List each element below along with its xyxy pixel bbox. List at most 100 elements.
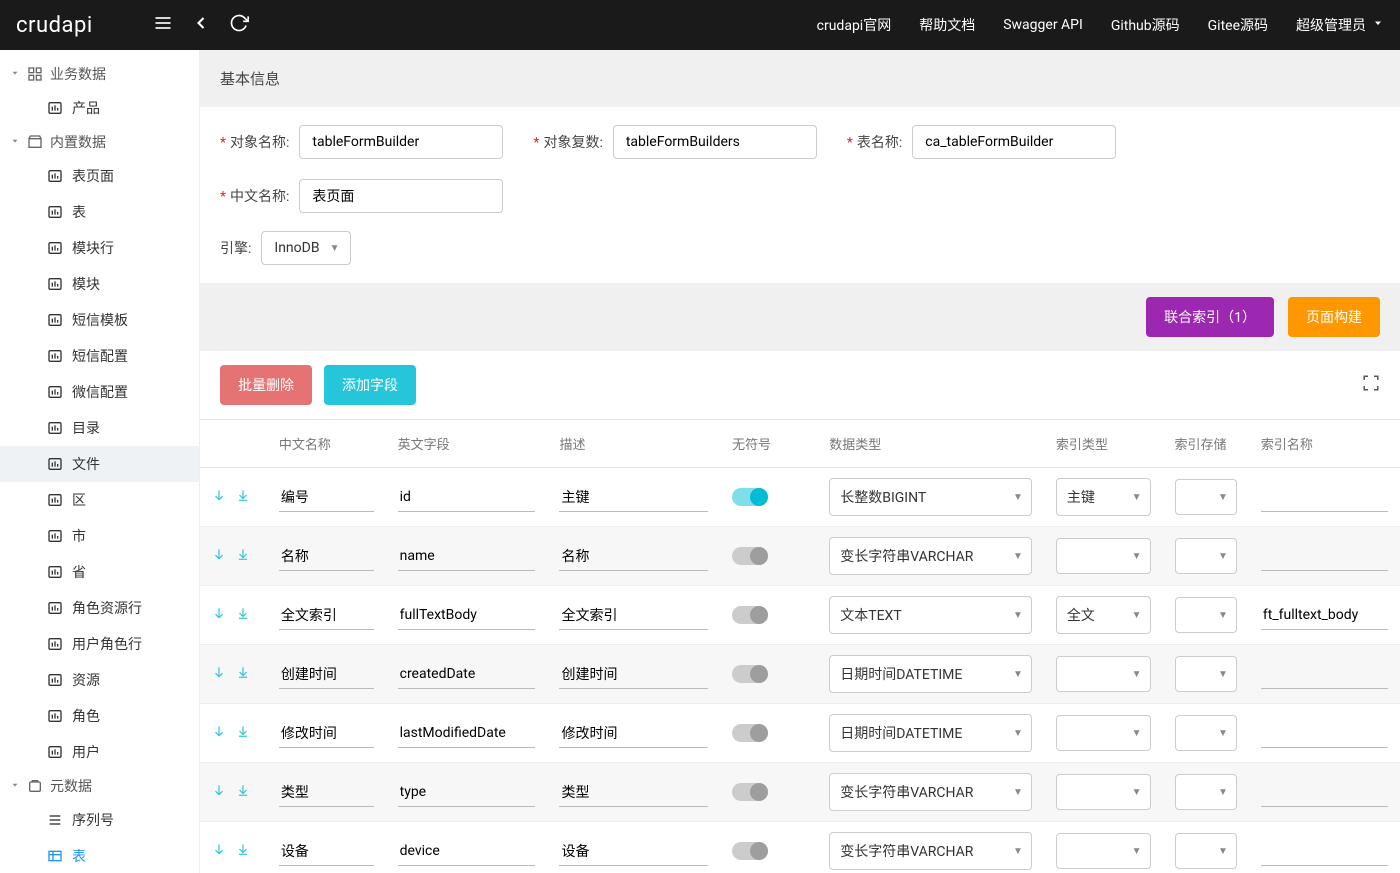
- sort-down-icon[interactable]: [212, 724, 226, 742]
- unsigned-toggle[interactable]: [732, 783, 768, 801]
- data-type-select[interactable]: 长整数BIGINT▼: [829, 478, 1032, 516]
- sort-bottom-icon[interactable]: [236, 724, 250, 742]
- link-github[interactable]: Github源码: [1111, 15, 1180, 35]
- unsigned-toggle[interactable]: [732, 606, 768, 624]
- row-idxname-input[interactable]: [1261, 542, 1388, 571]
- sort-down-icon[interactable]: [212, 665, 226, 683]
- sort-bottom-icon[interactable]: [236, 783, 250, 801]
- sidebar-item[interactable]: 模块: [0, 266, 199, 302]
- row-zh-input[interactable]: [279, 483, 374, 512]
- sort-bottom-icon[interactable]: [236, 842, 250, 860]
- index-store-select[interactable]: ▼: [1175, 774, 1237, 810]
- index-store-select[interactable]: ▼: [1175, 597, 1237, 633]
- link-gitee[interactable]: Gitee源码: [1208, 15, 1268, 35]
- row-en-input[interactable]: [398, 483, 536, 512]
- row-en-input[interactable]: [398, 660, 536, 689]
- row-zh-input[interactable]: [279, 660, 374, 689]
- data-type-select[interactable]: 日期时间DATETIME▼: [829, 655, 1032, 693]
- sidebar-item[interactable]: 角色资源行: [0, 590, 199, 626]
- sidebar-group-header[interactable]: 元数据: [0, 770, 199, 802]
- index-store-select[interactable]: ▼: [1175, 833, 1237, 869]
- data-type-select[interactable]: 变长字符串VARCHAR▼: [829, 773, 1032, 811]
- row-en-input[interactable]: [398, 778, 536, 807]
- row-zh-input[interactable]: [279, 837, 374, 866]
- index-type-select[interactable]: 主键▼: [1056, 478, 1151, 516]
- row-zh-input[interactable]: [279, 778, 374, 807]
- back-icon[interactable]: [191, 13, 211, 37]
- fullscreen-icon[interactable]: [1362, 374, 1380, 396]
- sort-bottom-icon[interactable]: [236, 547, 250, 565]
- zh-name-input[interactable]: [299, 179, 503, 213]
- sidebar-item[interactable]: 用户: [0, 734, 199, 770]
- index-type-select[interactable]: ▼: [1056, 538, 1151, 574]
- index-store-select[interactable]: ▼: [1175, 656, 1237, 692]
- sidebar-item[interactable]: 区: [0, 482, 199, 518]
- batch-delete-button[interactable]: 批量删除: [220, 365, 312, 405]
- index-type-select[interactable]: ▼: [1056, 833, 1151, 869]
- sort-down-icon[interactable]: [212, 783, 226, 801]
- unsigned-toggle[interactable]: [732, 488, 768, 506]
- table-name-input[interactable]: [912, 125, 1116, 159]
- data-type-select[interactable]: 日期时间DATETIME▼: [829, 714, 1032, 752]
- row-idxname-input[interactable]: [1261, 778, 1388, 807]
- row-en-input[interactable]: [398, 601, 536, 630]
- row-desc-input[interactable]: [559, 719, 708, 748]
- brand-logo[interactable]: crudapi: [16, 13, 93, 38]
- sidebar-group-header[interactable]: 业务数据: [0, 58, 199, 90]
- index-type-select[interactable]: ▼: [1056, 715, 1151, 751]
- sidebar-item[interactable]: 表: [0, 838, 199, 873]
- sort-down-icon[interactable]: [212, 606, 226, 624]
- row-desc-input[interactable]: [559, 601, 708, 630]
- unsigned-toggle[interactable]: [732, 665, 768, 683]
- link-official[interactable]: crudapi官网: [817, 15, 892, 35]
- sort-down-icon[interactable]: [212, 488, 226, 506]
- sidebar-item[interactable]: 文件: [0, 446, 199, 482]
- unsigned-toggle[interactable]: [732, 724, 768, 742]
- sort-bottom-icon[interactable]: [236, 488, 250, 506]
- engine-select[interactable]: InnoDB ▼: [261, 231, 350, 265]
- index-type-select[interactable]: ▼: [1056, 774, 1151, 810]
- page-build-button[interactable]: 页面构建: [1288, 297, 1380, 337]
- admin-menu[interactable]: 超级管理员: [1296, 15, 1384, 35]
- data-type-select[interactable]: 文本TEXT▼: [829, 596, 1032, 634]
- link-help[interactable]: 帮助文档: [919, 15, 975, 35]
- sidebar-item[interactable]: 产品: [0, 90, 199, 126]
- sidebar-item[interactable]: 用户角色行: [0, 626, 199, 662]
- row-en-input[interactable]: [398, 542, 536, 571]
- index-type-select[interactable]: ▼: [1056, 656, 1151, 692]
- row-idxname-input[interactable]: [1261, 483, 1388, 512]
- union-index-button[interactable]: 联合索引（1）: [1146, 297, 1274, 337]
- sidebar-item[interactable]: 资源: [0, 662, 199, 698]
- sidebar-item[interactable]: 短信配置: [0, 338, 199, 374]
- sidebar-item[interactable]: 目录: [0, 410, 199, 446]
- unsigned-toggle[interactable]: [732, 842, 768, 860]
- row-desc-input[interactable]: [559, 542, 708, 571]
- link-swagger[interactable]: Swagger API: [1003, 17, 1083, 33]
- menu-icon[interactable]: [153, 13, 173, 37]
- row-en-input[interactable]: [398, 837, 536, 866]
- row-idxname-input[interactable]: [1261, 660, 1388, 689]
- row-desc-input[interactable]: [559, 837, 708, 866]
- sort-down-icon[interactable]: [212, 842, 226, 860]
- sidebar-item[interactable]: 序列号: [0, 802, 199, 838]
- index-store-select[interactable]: ▼: [1175, 715, 1237, 751]
- sidebar-item[interactable]: 市: [0, 518, 199, 554]
- object-name-input[interactable]: [299, 125, 503, 159]
- sidebar-item[interactable]: 角色: [0, 698, 199, 734]
- refresh-icon[interactable]: [229, 13, 249, 37]
- sort-down-icon[interactable]: [212, 547, 226, 565]
- sidebar-item[interactable]: 模块行: [0, 230, 199, 266]
- index-store-select[interactable]: ▼: [1175, 538, 1237, 574]
- row-idxname-input[interactable]: [1261, 719, 1388, 748]
- row-zh-input[interactable]: [279, 542, 374, 571]
- sort-bottom-icon[interactable]: [236, 665, 250, 683]
- data-type-select[interactable]: 变长字符串VARCHAR▼: [829, 832, 1032, 870]
- row-desc-input[interactable]: [559, 778, 708, 807]
- index-type-select[interactable]: 全文▼: [1056, 596, 1151, 634]
- sidebar-item[interactable]: 表: [0, 194, 199, 230]
- object-plural-input[interactable]: [613, 125, 817, 159]
- sidebar-group-header[interactable]: 内置数据: [0, 126, 199, 158]
- row-zh-input[interactable]: [279, 719, 374, 748]
- row-zh-input[interactable]: [279, 601, 374, 630]
- sort-bottom-icon[interactable]: [236, 606, 250, 624]
